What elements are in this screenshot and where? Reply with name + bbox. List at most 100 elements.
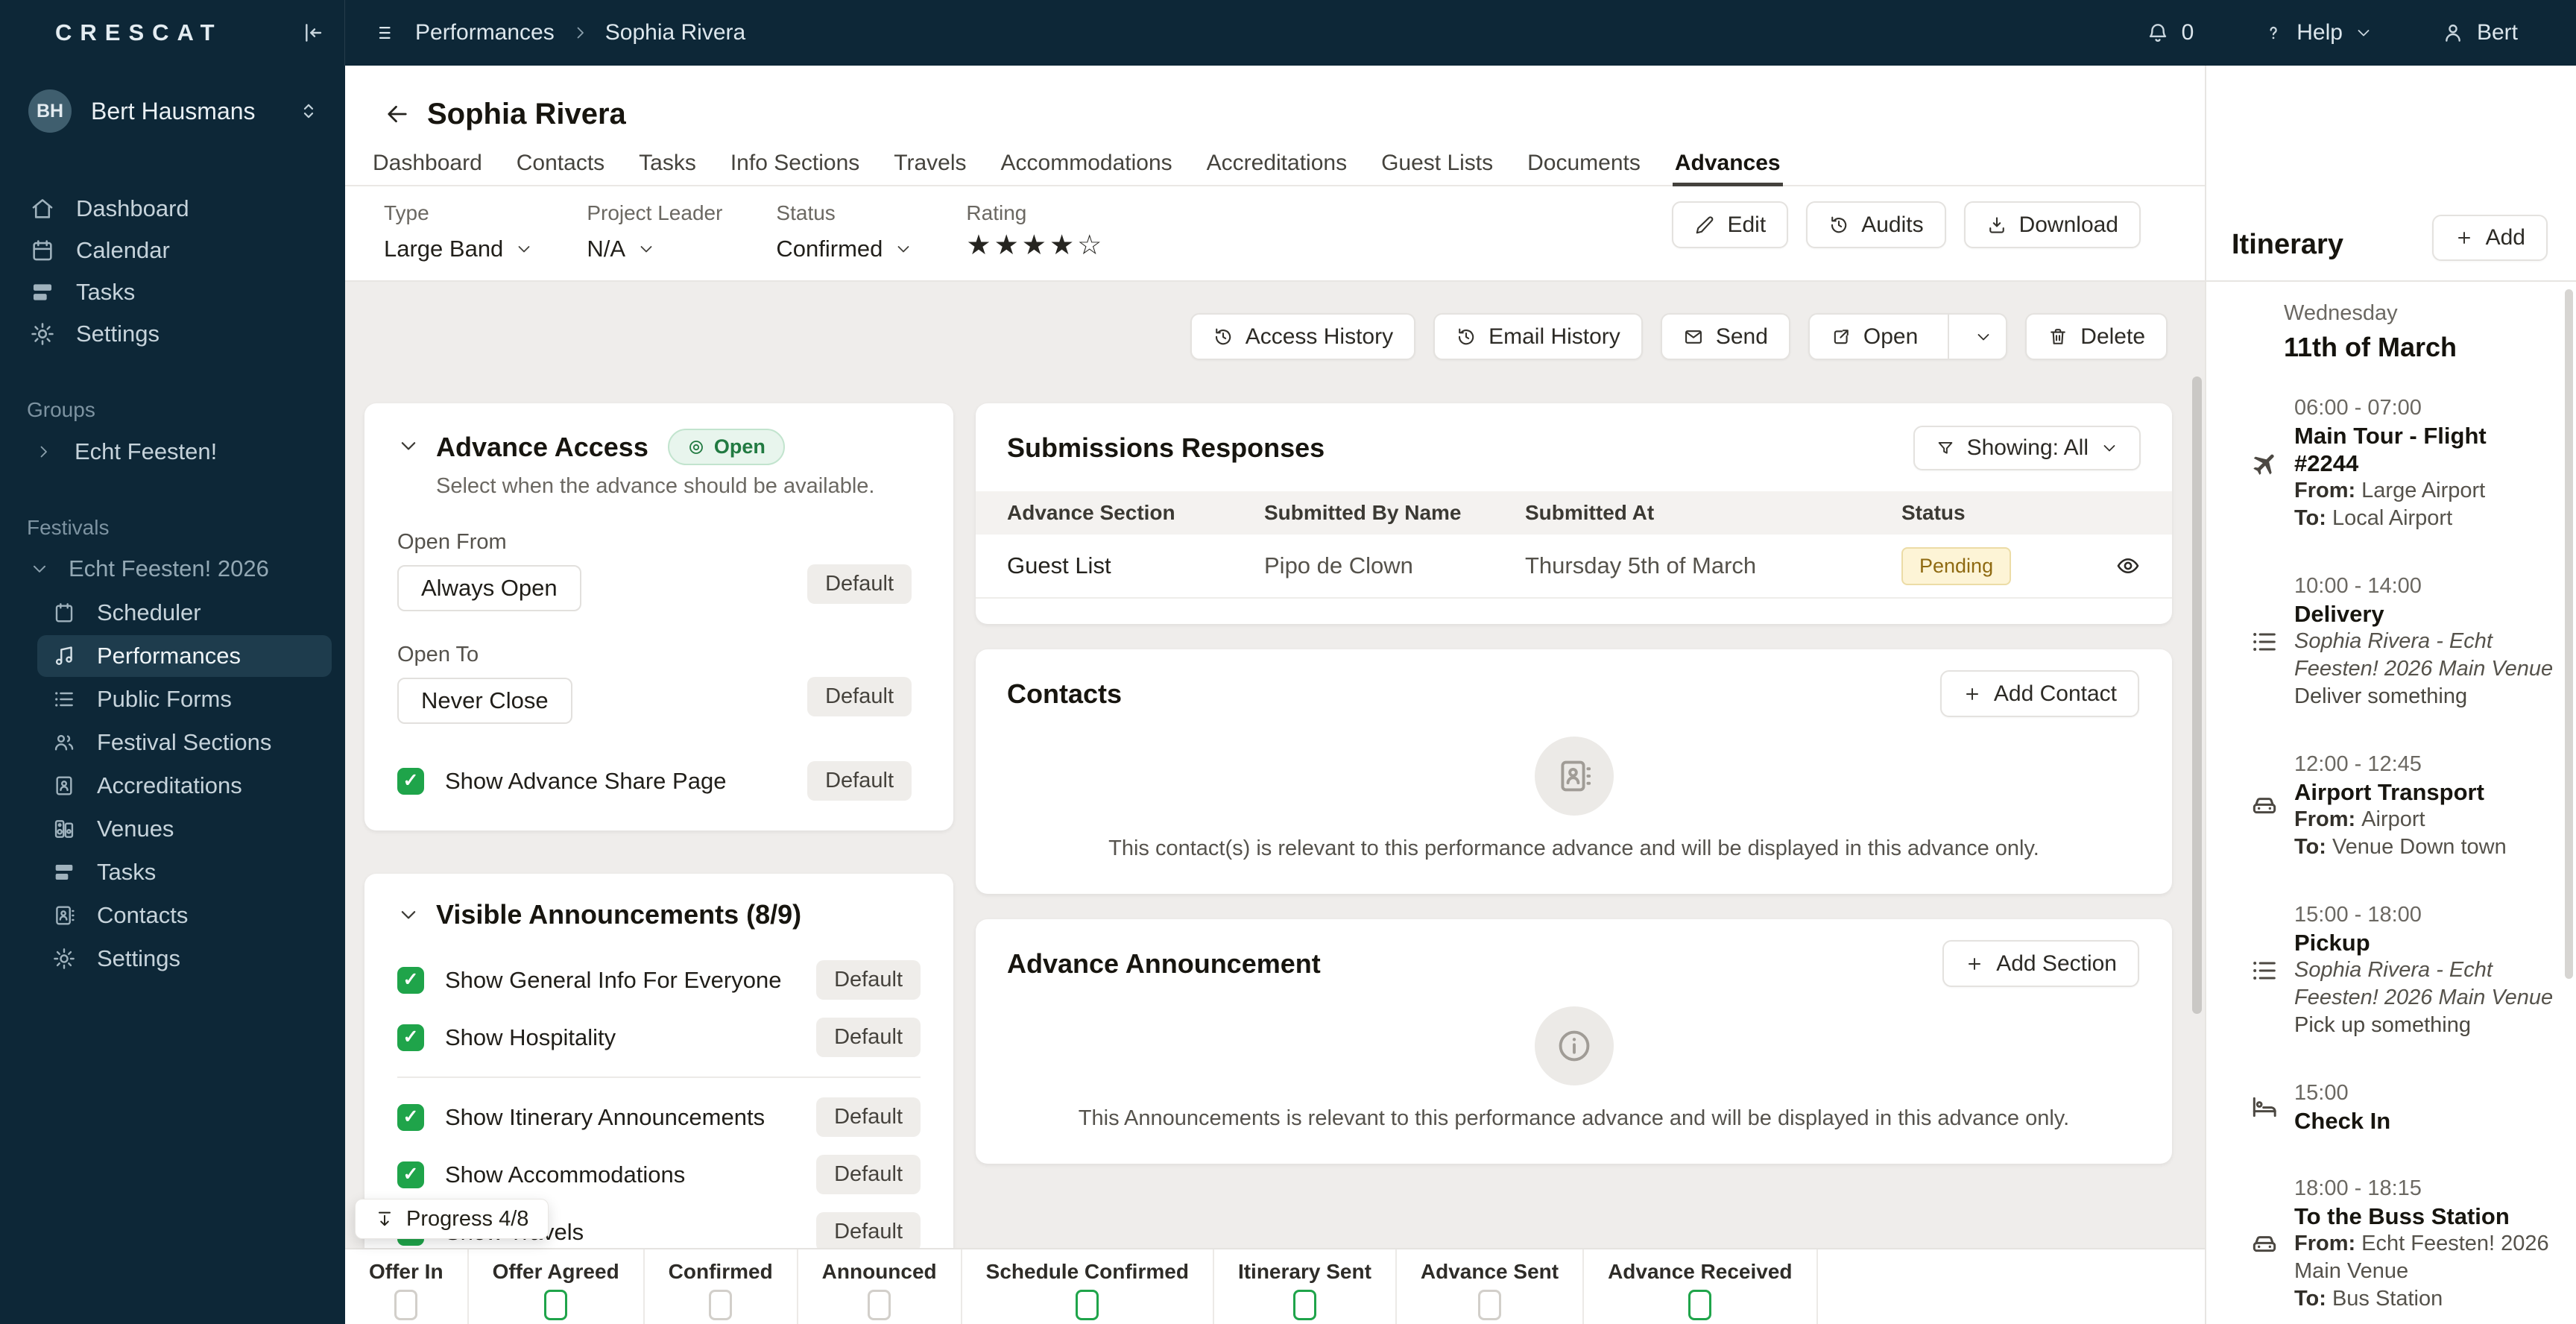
star-icon[interactable]: ★ <box>994 231 1019 259</box>
sidebar-item[interactable]: Calendar <box>0 230 345 271</box>
tab[interactable]: Advances <box>1672 140 1783 186</box>
tab[interactable]: Documents <box>1525 140 1643 186</box>
main-scrollbar-thumb[interactable] <box>2192 376 2202 1014</box>
sidebar-group-echt-feesten[interactable]: Echt Feesten! <box>0 431 345 473</box>
visible-announcements-card: Visible Announcements (8/9) Show General… <box>364 874 953 1248</box>
announcement-toggle-row: Show Hospitality Default <box>397 1018 921 1057</box>
download-button[interactable]: Download <box>1963 201 2141 248</box>
sidebar-item[interactable]: Public Forms <box>37 678 332 720</box>
sidebar-collapse-icon[interactable] <box>301 21 325 45</box>
sidebar-item[interactable]: Festival Sections <box>37 722 332 763</box>
sidebar-item[interactable]: Contacts <box>37 895 332 936</box>
sidebar-item[interactable]: Accreditations <box>37 765 332 807</box>
user-switcher[interactable]: BH Bert Hausmans <box>0 66 345 133</box>
progress-button[interactable]: Progress 4/8 <box>355 1199 549 1239</box>
announcement-checkbox[interactable] <box>397 1103 424 1131</box>
status-cell: Advance Sent <box>1397 1249 1585 1324</box>
sidebar-item[interactable]: Settings <box>37 938 332 980</box>
sidebar-festival-header[interactable]: Echt Feesten! 2026 <box>0 549 345 589</box>
status-checkbox[interactable] <box>544 1290 568 1320</box>
add-section-button[interactable]: Add Section <box>1942 940 2139 987</box>
delete-button[interactable]: Delete <box>2025 313 2168 360</box>
table-row[interactable]: Guest List Pipo de Clown Thursday 5th of… <box>976 535 2172 599</box>
sidebar-item[interactable]: Venues <box>37 808 332 850</box>
notifications-button[interactable]: 0 <box>2146 20 2194 45</box>
tab[interactable]: Dashboard <box>370 140 484 186</box>
sidebar-item[interactable]: Settings <box>0 313 345 355</box>
send-button[interactable]: Send <box>1660 313 1790 360</box>
tab[interactable]: Info Sections <box>728 140 862 186</box>
sidebar-item[interactable]: Performances <box>37 635 332 677</box>
sidebar-item[interactable]: Dashboard <box>0 188 345 230</box>
itinerary-item[interactable]: 10:00 - 14:00 Delivery Sophia Rivera - E… <box>2248 573 2554 710</box>
tab[interactable]: Accreditations <box>1205 140 1349 186</box>
performance-meta-row: Type Large Band Project Leader N/A Statu… <box>345 186 2205 262</box>
sidebar-item-label: Contacts <box>97 902 189 928</box>
main-content: Access History Email History Send Open D… <box>345 282 2205 1248</box>
card-title: Visible Announcements (8/9) <box>436 899 802 930</box>
itinerary-scrollbar-thumb[interactable] <box>2565 289 2573 979</box>
star-icon[interactable]: ☆ <box>1077 231 1102 259</box>
star-icon[interactable]: ★ <box>966 231 991 259</box>
back-arrow-icon[interactable] <box>384 101 411 127</box>
tab[interactable]: Tasks <box>637 140 698 186</box>
menu-icon[interactable] <box>376 22 399 44</box>
help-menu[interactable]: Help <box>2262 20 2373 45</box>
tab[interactable]: Travels <box>891 140 968 186</box>
showing-filter-dropdown[interactable]: Showing: All <box>1913 426 2141 470</box>
sidebar-festival-nav: Scheduler Performances Public Forms Fest… <box>0 589 345 980</box>
email-history-button[interactable]: Email History <box>1433 313 1643 360</box>
status-checkbox[interactable] <box>1477 1290 1501 1320</box>
itinerary-item[interactable]: 18:00 - 18:15 To the Buss Station From: E… <box>2248 1175 2554 1313</box>
status-checkbox[interactable] <box>1076 1290 1099 1320</box>
collapse-section-icon[interactable] <box>397 435 420 457</box>
type-dropdown[interactable]: Large Band <box>384 236 533 262</box>
sidebar-item[interactable]: Tasks <box>0 271 345 313</box>
star-icon[interactable]: ★ <box>1022 231 1046 259</box>
collapse-section-icon[interactable] <box>397 904 420 926</box>
breadcrumb-section[interactable]: Performances <box>415 20 555 45</box>
column-header: Status <box>1901 501 1966 524</box>
status-checkbox[interactable] <box>709 1290 733 1320</box>
bed-icon <box>2248 1092 2281 1122</box>
itinerary-item[interactable]: 15:00 Check In <box>2248 1079 2554 1135</box>
open-from-button[interactable]: Always Open <box>397 565 581 611</box>
star-icon[interactable]: ★ <box>1049 231 1074 259</box>
announcement-toggle-row: Show Itinerary Announcements Default <box>397 1076 921 1137</box>
status-checkbox[interactable] <box>394 1290 418 1320</box>
sidebar-item-label: Public Forms <box>97 686 232 712</box>
status-checkbox[interactable] <box>1292 1290 1316 1320</box>
sidebar-item-label: Settings <box>97 945 181 971</box>
tab[interactable]: Guest Lists <box>1379 140 1495 186</box>
status-dropdown[interactable]: Confirmed <box>776 236 912 262</box>
share-page-checkbox[interactable] <box>397 767 424 795</box>
itinerary-item[interactable]: 15:00 - 18:00 Pickup Sophia Rivera - Ech… <box>2248 901 2554 1039</box>
status-checkbox[interactable] <box>1688 1290 1712 1320</box>
tab[interactable]: Accommodations <box>999 140 1175 186</box>
sidebar-item[interactable]: Scheduler <box>37 592 332 634</box>
user-menu[interactable]: Bert <box>2441 20 2518 45</box>
add-itinerary-button[interactable]: Add <box>2431 215 2548 261</box>
access-history-button[interactable]: Access History <box>1190 313 1416 360</box>
open-menu-caret[interactable] <box>1961 328 2006 346</box>
status-cell: Confirmed <box>645 1249 798 1324</box>
open-split-button: Open <box>1808 313 2008 360</box>
open-button[interactable]: Open <box>1810 315 1936 359</box>
announcement-checkbox[interactable] <box>397 966 424 994</box>
default-pill: Default <box>816 1212 921 1248</box>
announcement-checkbox[interactable] <box>397 1161 424 1188</box>
audits-button[interactable]: Audits <box>1806 201 1946 248</box>
announcement-checkbox[interactable] <box>397 1024 424 1051</box>
project-leader-dropdown[interactable]: N/A <box>587 236 722 262</box>
itinerary-item[interactable]: 12:00 - 12:45 Airport Transport From: Air… <box>2248 751 2554 861</box>
add-contact-button[interactable]: Add Contact <box>1939 670 2139 717</box>
edit-button[interactable]: Edit <box>1672 201 1789 248</box>
sidebar-item[interactable]: Tasks <box>37 851 332 893</box>
itinerary-item[interactable]: 06:00 - 07:00 Main Tour - Flight #2244 F… <box>2248 394 2554 532</box>
status-checkbox[interactable] <box>868 1290 891 1320</box>
pencil-icon <box>1694 215 1715 236</box>
open-to-button[interactable]: Never Close <box>397 678 572 724</box>
view-submission-eye-icon[interactable] <box>2115 553 2141 579</box>
tab[interactable]: Contacts <box>514 140 607 186</box>
app-logo: CRESCAT <box>55 19 223 45</box>
